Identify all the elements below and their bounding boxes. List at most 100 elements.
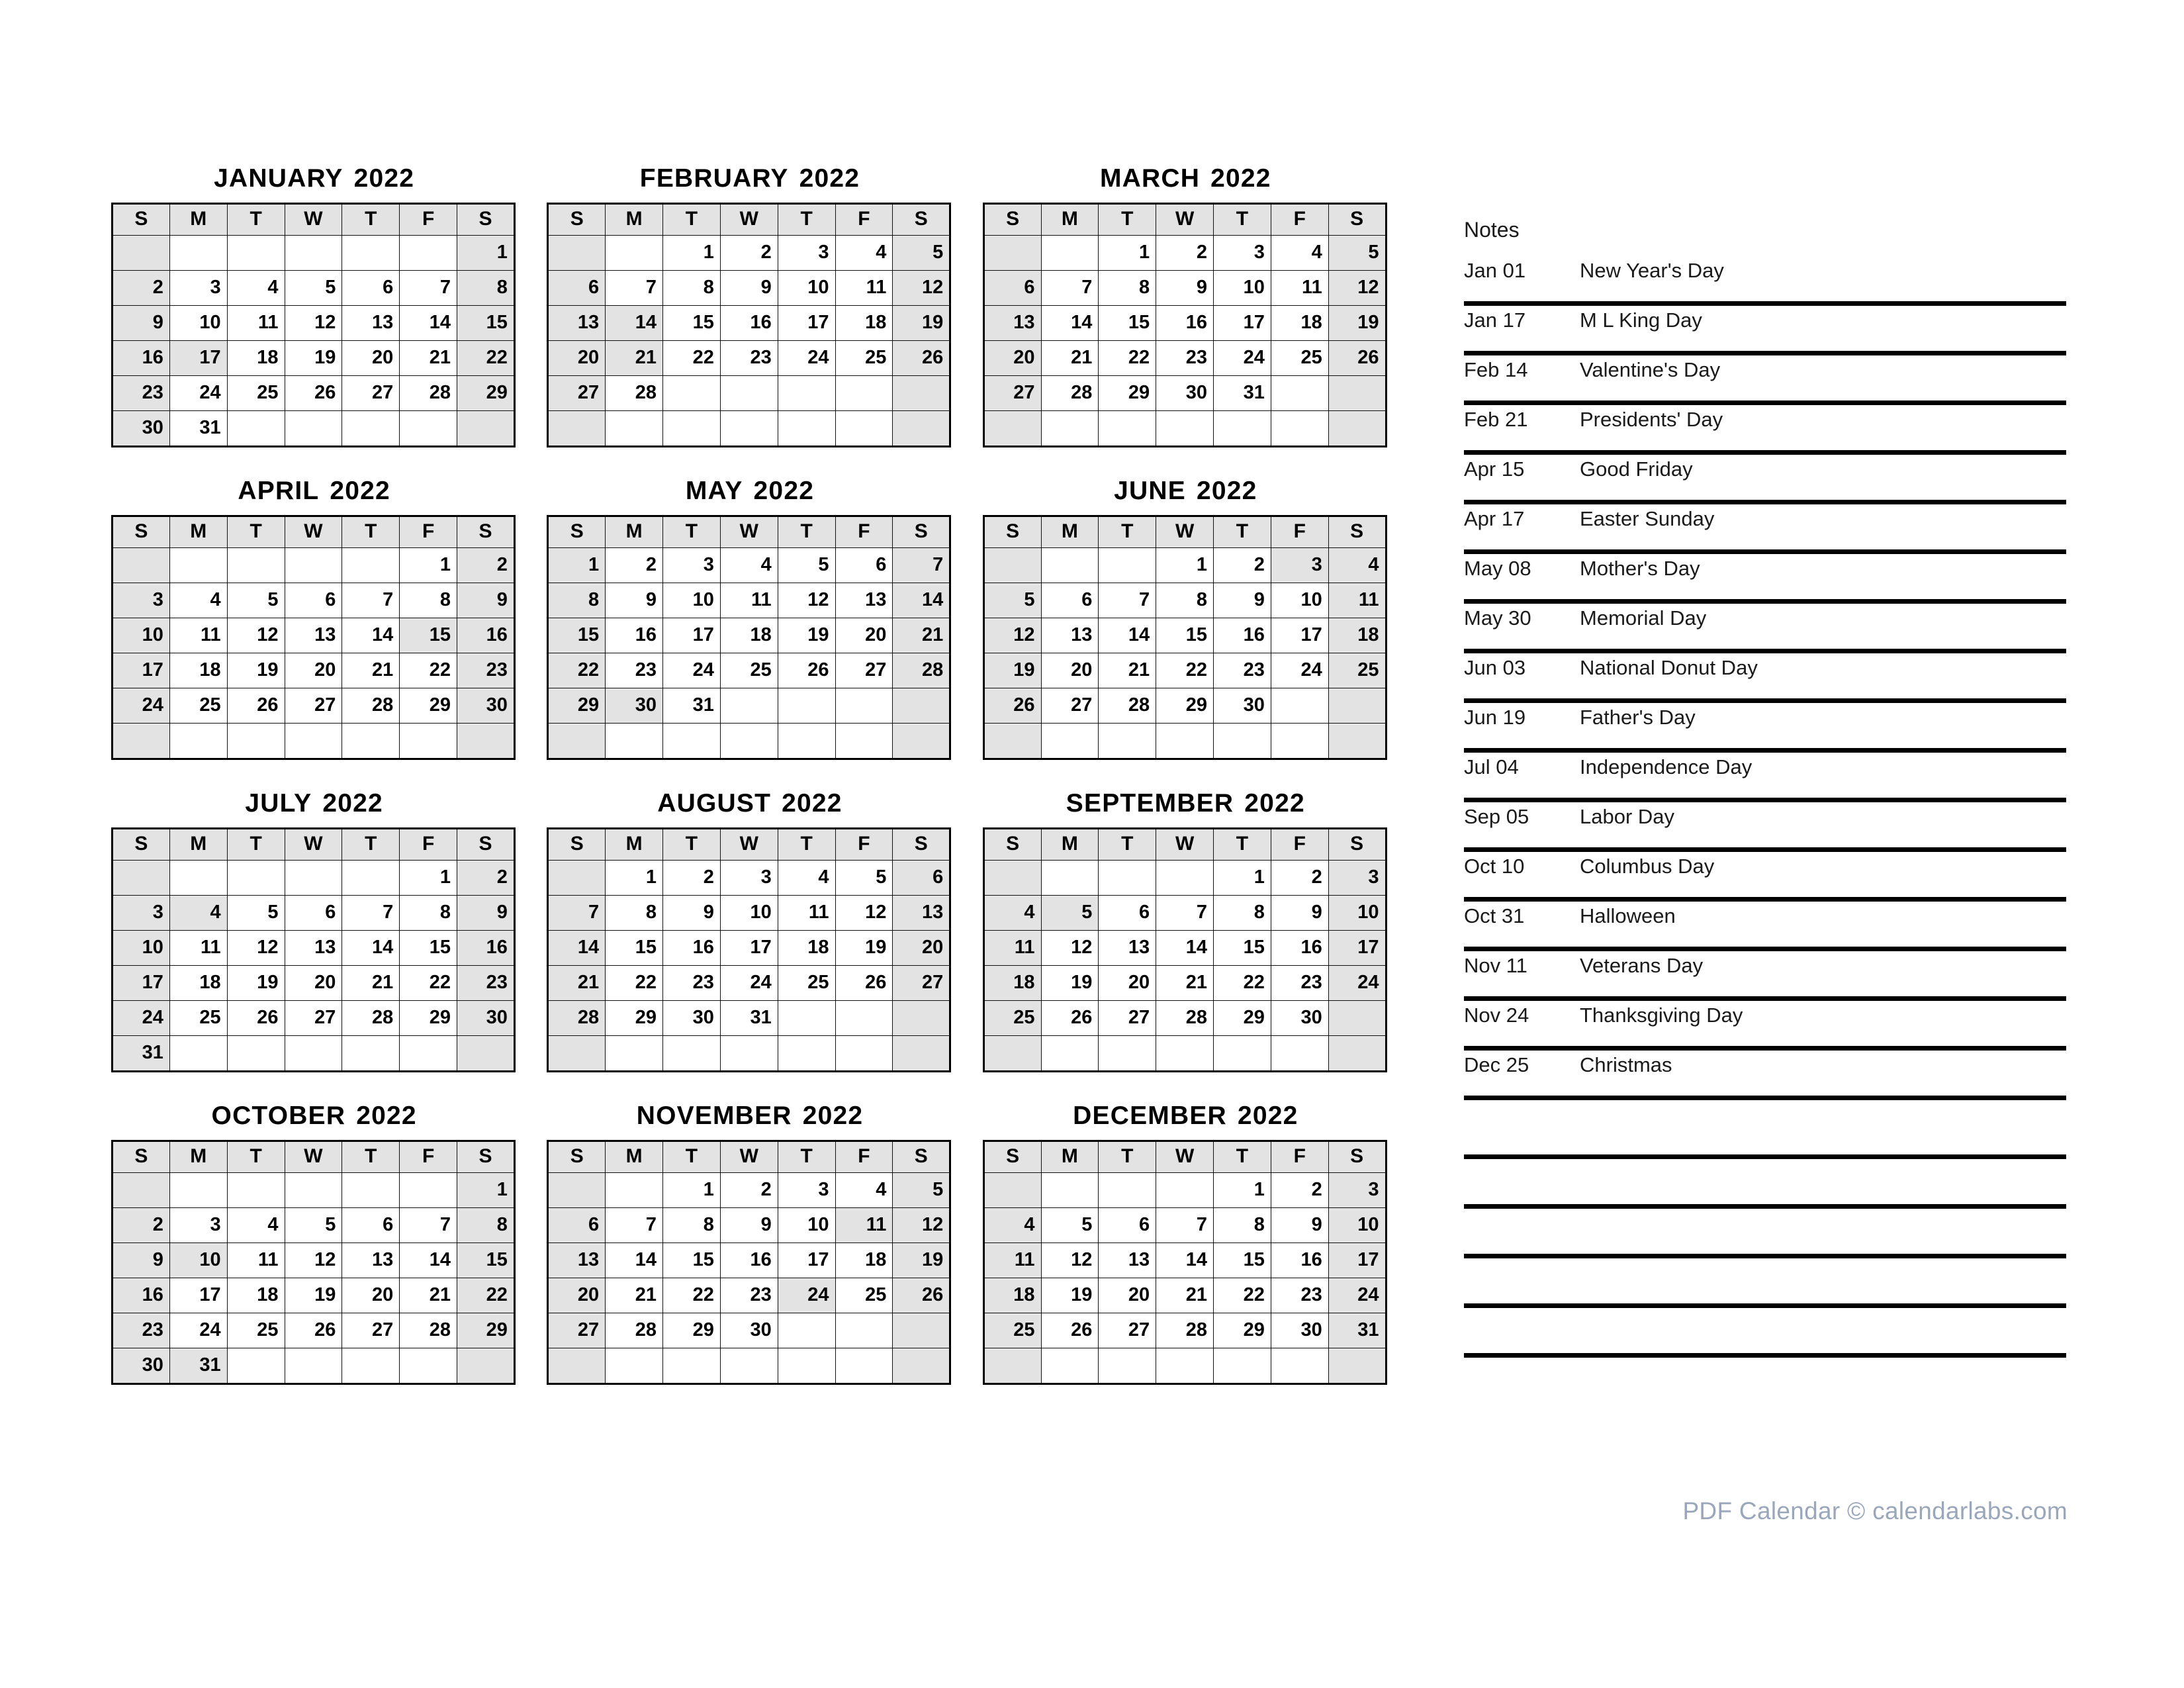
day-cell[interactable]: 9 [719, 1207, 778, 1243]
day-cell[interactable]: 30 [1213, 688, 1271, 724]
day-cell[interactable]: 5 [1328, 235, 1387, 271]
day-cell[interactable]: 26 [983, 688, 1042, 724]
day-cell[interactable]: 22 [1156, 653, 1214, 688]
day-cell[interactable]: 12 [226, 618, 285, 653]
day-cell[interactable]: 6 [341, 1207, 400, 1243]
day-cell[interactable]: 27 [547, 375, 606, 411]
day-cell[interactable]: 2 [112, 270, 170, 306]
day-cell[interactable]: 28 [547, 1000, 606, 1036]
day-cell[interactable]: 29 [1213, 1313, 1271, 1348]
day-cell[interactable]: 3 [169, 1207, 228, 1243]
day-cell[interactable]: 18 [835, 1243, 893, 1278]
day-cell[interactable]: 20 [341, 340, 400, 376]
day-cell[interactable]: 23 [719, 1278, 778, 1313]
day-cell[interactable]: 24 [777, 340, 836, 376]
day-cell[interactable]: 10 [169, 305, 228, 341]
day-cell[interactable]: 21 [341, 965, 400, 1001]
day-cell[interactable]: 3 [1328, 860, 1387, 896]
day-cell[interactable]: 28 [605, 1313, 664, 1348]
note-row-blank[interactable] [1464, 1308, 2066, 1358]
day-cell[interactable]: 16 [719, 1243, 778, 1278]
day-cell[interactable]: 15 [1213, 1243, 1271, 1278]
day-cell[interactable]: 10 [719, 895, 778, 931]
day-cell[interactable]: 1 [457, 235, 515, 271]
day-cell[interactable]: 5 [1040, 1207, 1099, 1243]
day-cell[interactable]: 23 [605, 653, 664, 688]
day-cell[interactable]: 26 [892, 1278, 951, 1313]
day-cell[interactable]: 27 [341, 375, 400, 411]
note-row-blank[interactable] [1464, 1258, 2066, 1309]
day-cell[interactable]: 21 [1040, 340, 1099, 376]
day-cell[interactable]: 30 [112, 1348, 170, 1384]
day-cell[interactable]: 20 [284, 965, 343, 1001]
day-cell[interactable]: 8 [1098, 270, 1157, 306]
day-cell[interactable]: 7 [605, 270, 664, 306]
day-cell[interactable]: 21 [341, 653, 400, 688]
day-cell[interactable]: 28 [341, 1000, 400, 1036]
day-cell[interactable]: 14 [1156, 1243, 1214, 1278]
day-cell[interactable]: 2 [1213, 547, 1271, 583]
day-cell[interactable]: 30 [112, 410, 170, 447]
day-cell[interactable]: 27 [547, 1313, 606, 1348]
day-cell[interactable]: 4 [169, 583, 228, 618]
day-cell[interactable]: 24 [169, 375, 228, 411]
day-cell[interactable]: 11 [1270, 270, 1329, 306]
day-cell[interactable]: 26 [226, 688, 285, 724]
day-cell[interactable]: 20 [547, 340, 606, 376]
day-cell[interactable]: 5 [983, 583, 1042, 618]
day-cell[interactable]: 27 [892, 965, 951, 1001]
day-cell[interactable]: 24 [1213, 340, 1271, 376]
day-cell[interactable]: 26 [777, 653, 836, 688]
day-cell[interactable]: 14 [399, 1243, 458, 1278]
day-cell[interactable]: 27 [1040, 688, 1099, 724]
day-cell[interactable]: 10 [169, 1243, 228, 1278]
day-cell[interactable]: 29 [1213, 1000, 1271, 1036]
day-cell[interactable]: 8 [662, 270, 721, 306]
day-cell[interactable]: 25 [777, 965, 836, 1001]
day-cell[interactable]: 10 [1213, 270, 1271, 306]
day-cell[interactable]: 14 [341, 930, 400, 966]
day-cell[interactable]: 11 [983, 930, 1042, 966]
day-cell[interactable]: 16 [1270, 930, 1329, 966]
day-cell[interactable]: 9 [719, 270, 778, 306]
day-cell[interactable]: 25 [1270, 340, 1329, 376]
day-cell[interactable]: 11 [835, 270, 893, 306]
day-cell[interactable]: 10 [1328, 1207, 1387, 1243]
day-cell[interactable]: 20 [547, 1278, 606, 1313]
day-cell[interactable]: 2 [1270, 1172, 1329, 1208]
day-cell[interactable]: 10 [112, 618, 170, 653]
day-cell[interactable]: 15 [457, 305, 515, 341]
day-cell[interactable]: 9 [605, 583, 664, 618]
day-cell[interactable]: 16 [457, 618, 515, 653]
day-cell[interactable]: 21 [605, 340, 664, 376]
day-cell[interactable]: 28 [341, 688, 400, 724]
day-cell[interactable]: 1 [1213, 860, 1271, 896]
day-cell[interactable]: 19 [1040, 965, 1099, 1001]
day-cell[interactable]: 4 [226, 270, 285, 306]
day-cell[interactable]: 17 [169, 340, 228, 376]
day-cell[interactable]: 17 [1328, 930, 1387, 966]
day-cell[interactable]: 15 [1098, 305, 1157, 341]
day-cell[interactable]: 18 [169, 653, 228, 688]
day-cell[interactable]: 1 [399, 860, 458, 896]
day-cell[interactable]: 18 [169, 965, 228, 1001]
day-cell[interactable]: 19 [226, 965, 285, 1001]
day-cell[interactable]: 22 [399, 653, 458, 688]
day-cell[interactable]: 23 [662, 965, 721, 1001]
day-cell[interactable]: 8 [605, 895, 664, 931]
day-cell[interactable]: 20 [341, 1278, 400, 1313]
day-cell[interactable]: 16 [457, 930, 515, 966]
day-cell[interactable]: 24 [719, 965, 778, 1001]
day-cell[interactable]: 19 [892, 305, 951, 341]
day-cell[interactable]: 21 [1098, 653, 1157, 688]
day-cell[interactable]: 6 [835, 547, 893, 583]
day-cell[interactable]: 9 [1213, 583, 1271, 618]
day-cell[interactable]: 26 [1040, 1313, 1099, 1348]
day-cell[interactable]: 12 [835, 895, 893, 931]
day-cell[interactable]: 24 [1270, 653, 1329, 688]
day-cell[interactable]: 2 [719, 1172, 778, 1208]
day-cell[interactable]: 10 [777, 270, 836, 306]
day-cell[interactable]: 11 [719, 583, 778, 618]
day-cell[interactable]: 6 [284, 583, 343, 618]
day-cell[interactable]: 7 [1098, 583, 1157, 618]
